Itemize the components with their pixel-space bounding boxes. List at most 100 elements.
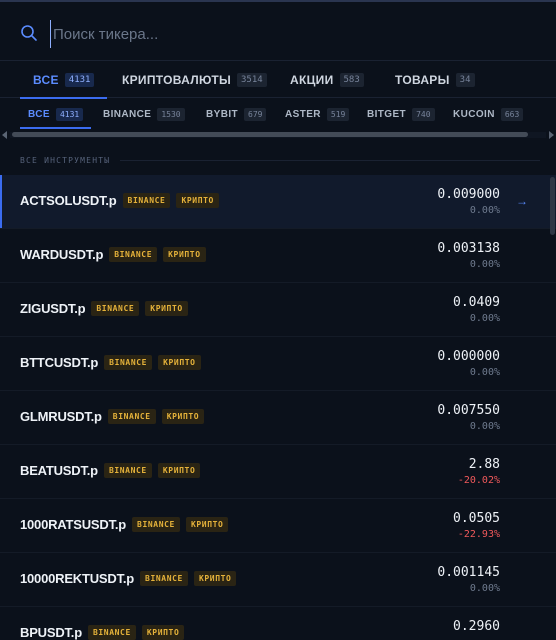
tab-label: BINANCE	[103, 108, 152, 120]
instrument-quote: 2.88 -20.02%	[458, 456, 500, 488]
type-badge: КРИПТО	[158, 355, 201, 370]
instrument-row[interactable]: BEATUSDT.p BINANCE КРИПТО 2.88 -20.02%	[0, 445, 556, 499]
instrument-change: 0.00%	[469, 583, 500, 594]
type-badge: КРИПТО	[157, 463, 201, 478]
tab-crypto[interactable]: КРИПТОВАЛЮТЫ 3514	[122, 61, 267, 98]
tab-count: 4131	[55, 107, 84, 121]
instrument-symbol: 1000RATSUSDT.p	[20, 517, 127, 532]
exchange-badge: BINANCE	[140, 571, 188, 586]
tab-count: 519	[326, 107, 350, 121]
tab-label: BITGET	[367, 108, 407, 120]
instrument-row[interactable]: 10000REKTUSDT.p BINANCE КРИПТО 0.001145 0.00…	[0, 553, 556, 607]
instrument-quote: 0.000000 0.00%	[437, 348, 500, 380]
instrument-price: 0.000000	[437, 349, 500, 364]
exchange-badge: BINANCE	[91, 301, 140, 316]
tab-label: KUCOIN	[453, 108, 495, 120]
exchange-badge: BINANCE	[122, 193, 171, 208]
instrument-info: BPUSDT.p BINANCE КРИПТО	[20, 625, 185, 640]
instrument-price: 0.0409	[453, 295, 500, 310]
horizontal-scrollbar[interactable]	[0, 131, 556, 139]
exchange-tab-all[interactable]: ВСЕ 4131	[20, 99, 92, 129]
scroll-left-icon[interactable]	[2, 131, 7, 139]
instrument-row[interactable]: WARDUSDT.p BINANCE КРИПТО 0.003138 0.00%	[0, 229, 556, 283]
section-title: ВСЕ ИНСТРУМЕНТЫ	[20, 155, 111, 165]
type-badge: КРИПТО	[141, 625, 185, 640]
scrollbar-thumb[interactable]	[550, 177, 555, 235]
type-badge: КРИПТО	[185, 517, 229, 532]
instrument-price: 0.003138	[437, 241, 500, 256]
exchange-tab-kucoin[interactable]: KUCOIN 663	[453, 99, 524, 129]
instrument-price: 0.007550	[437, 403, 500, 418]
tab-stocks[interactable]: АКЦИИ 583	[290, 61, 364, 98]
instrument-quote: 0.0505 -22.93%	[453, 510, 500, 542]
type-badge: КРИПТО	[145, 301, 188, 316]
instrument-row[interactable]: ZIGUSDT.p BINANCE КРИПТО 0.0409 0.00%	[0, 283, 556, 337]
exchange-badge: BINANCE	[107, 409, 156, 424]
tab-commodities[interactable]: ТОВАРЫ 34	[395, 61, 475, 98]
search-input[interactable]	[50, 20, 530, 48]
instrument-change: 0.00%	[469, 421, 500, 432]
instrument-symbol: WARDUSDT.p	[20, 247, 104, 262]
instrument-row[interactable]: BPUSDT.p BINANCE КРИПТО 0.2960	[0, 607, 556, 640]
tab-all[interactable]: ВСЕ 4131	[20, 61, 108, 99]
exchange-tab-binance[interactable]: BINANCE 1530	[103, 99, 185, 129]
tab-count: 663	[500, 107, 524, 121]
arrow-right-icon[interactable]: →	[516, 194, 528, 208]
tab-count: 3514	[237, 72, 267, 87]
instrument-change: 0.00%	[469, 313, 500, 324]
instrument-symbol: 10000REKTUSDT.p	[20, 571, 135, 586]
instrument-info: BTTCUSDT.p BINANCE КРИПТО	[20, 355, 201, 370]
instrument-info: BEATUSDT.p BINANCE КРИПТО	[20, 463, 201, 478]
instrument-symbol: ZIGUSDT.p	[20, 301, 86, 316]
instrument-symbol: GLMRUSDT.p	[20, 409, 102, 424]
tab-count: 679	[244, 107, 267, 121]
tab-label: КРИПТОВАЛЮТЫ	[122, 72, 231, 87]
instrument-quote: 0.009000 0.00%	[437, 186, 500, 218]
instrument-symbol: BPUSDT.p	[20, 625, 82, 640]
vertical-scrollbar[interactable]	[548, 175, 556, 640]
instrument-info: GLMRUSDT.p BINANCE КРИПТО	[20, 409, 205, 424]
instrument-info: WARDUSDT.p BINANCE КРИПТО	[20, 247, 206, 262]
exchange-badge: BINANCE	[104, 355, 153, 370]
instrument-symbol: BTTCUSDT.p	[20, 355, 99, 370]
tab-count: 34	[455, 72, 475, 87]
type-badge: КРИПТО	[163, 247, 206, 262]
instrument-price: 0.001145	[437, 565, 500, 580]
instrument-row[interactable]: BTTCUSDT.p BINANCE КРИПТО 0.000000 0.00%	[0, 337, 556, 391]
exchange-tabs: ВСЕ 4131 BINANCE 1530 BYBIT 679 ASTER 51…	[0, 99, 556, 131]
type-badge: КРИПТО	[193, 571, 237, 586]
instrument-info: ACTSOLUSDT.p BINANCE КРИПТО	[20, 193, 219, 208]
exchange-tab-bitget[interactable]: BITGET 740	[367, 99, 435, 129]
scroll-right-icon[interactable]	[549, 131, 554, 139]
tab-count: 4131	[64, 72, 95, 87]
instrument-change: 0.00%	[469, 259, 500, 270]
type-badge: КРИПТО	[161, 409, 205, 424]
exchange-badge: BINANCE	[103, 463, 152, 478]
exchange-badge: BINANCE	[132, 517, 180, 532]
instrument-change: -22.93%	[457, 529, 500, 540]
exchange-tab-bybit[interactable]: BYBIT 679	[206, 99, 267, 129]
tab-label: ВСЕ	[28, 108, 50, 120]
exchange-badge: BINANCE	[109, 247, 158, 262]
scrollbar-thumb[interactable]	[12, 132, 528, 137]
instrument-list: ACTSOLUSDT.p BINANCE КРИПТО 0.009000 0.00% → W…	[0, 175, 556, 640]
tab-label: ASTER	[285, 108, 321, 120]
instrument-quote: 0.007550 0.00%	[437, 402, 500, 434]
instrument-symbol: ACTSOLUSDT.p	[20, 193, 117, 208]
search-bar	[0, 2, 556, 60]
instrument-row[interactable]: GLMRUSDT.p BINANCE КРИПТО 0.007550 0.00%	[0, 391, 556, 445]
instrument-quote: 0.2960	[453, 618, 500, 636]
category-tabs: ВСЕ 4131 КРИПТОВАЛЮТЫ 3514 АКЦИИ 583 ТОВ…	[0, 60, 556, 99]
tab-count: 1530	[157, 107, 185, 121]
tab-count: 583	[339, 72, 364, 87]
instrument-price: 0.009000	[437, 187, 500, 202]
instrument-change: -20.02%	[457, 475, 500, 486]
instrument-quote: 0.003138 0.00%	[437, 240, 500, 272]
instrument-change: 0.00%	[469, 205, 500, 216]
divider	[120, 159, 540, 161]
instrument-row[interactable]: ACTSOLUSDT.p BINANCE КРИПТО 0.009000 0.00% →	[0, 175, 556, 229]
exchange-tab-aster[interactable]: ASTER 519	[285, 99, 350, 129]
instrument-row[interactable]: 1000RATSUSDT.p BINANCE КРИПТО 0.0505 -22.93%	[0, 499, 556, 553]
tab-label: АКЦИИ	[290, 72, 334, 87]
instrument-quote: 0.0409 0.00%	[453, 294, 500, 326]
